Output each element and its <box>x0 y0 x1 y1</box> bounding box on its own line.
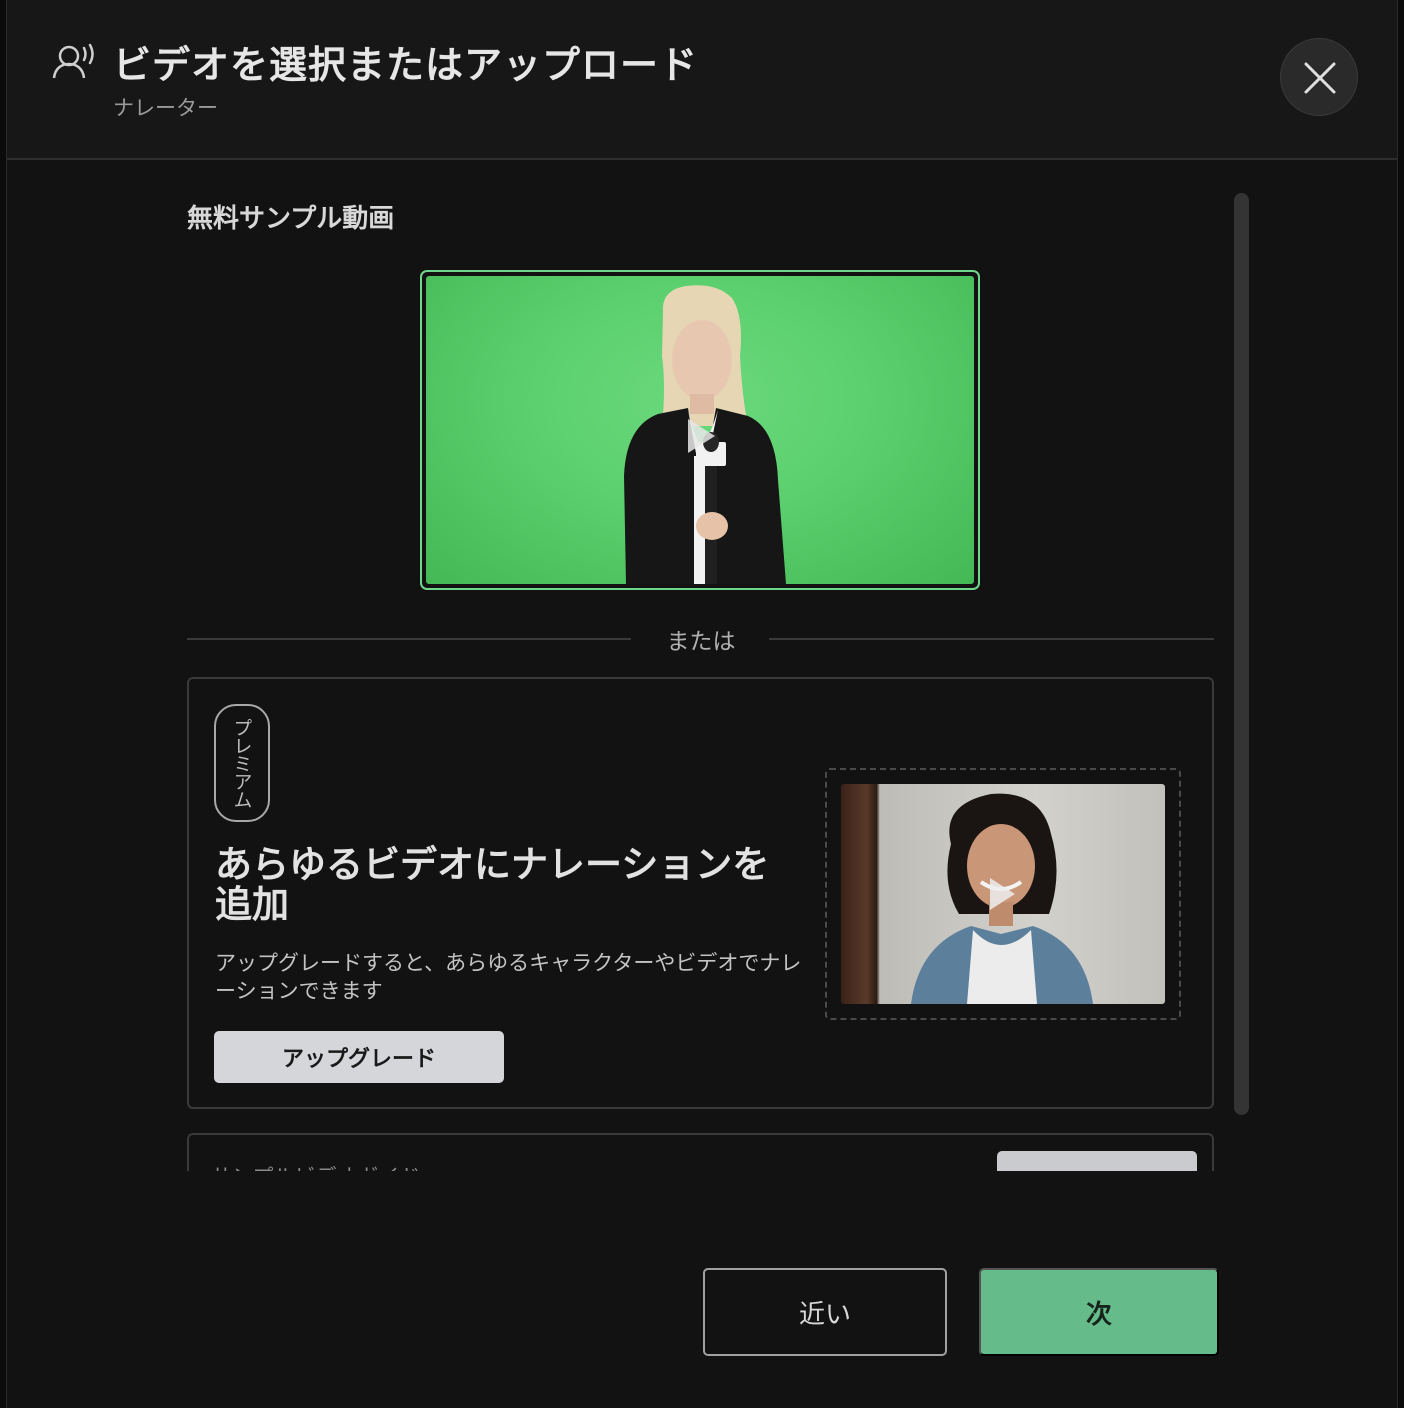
scrollbar-thumb[interactable] <box>1234 193 1249 1115</box>
divider-left <box>187 638 631 640</box>
divider-label: または <box>666 629 736 655</box>
dialog-header: ビデオを選択またはアップロード ナレーター <box>7 0 1397 160</box>
video-select-dialog: ビデオを選択またはアップロード ナレーター 無料サンプル動画 または プレミアム… <box>6 0 1398 1408</box>
premium-heading: あらゆるビデオにナレーションを追加 <box>215 843 770 926</box>
free-samples-title: 無料サンプル動画 <box>187 204 395 234</box>
dialog-subtitle: ナレーター <box>113 96 218 120</box>
next-button[interactable]: 次 <box>979 1268 1219 1356</box>
close-button[interactable] <box>1280 38 1358 116</box>
play-icon[interactable] <box>987 876 1017 912</box>
play-icon[interactable] <box>684 416 718 456</box>
sample-video-thumbnail <box>426 276 974 584</box>
sample-video-card[interactable] <box>420 270 980 590</box>
custom-video-preview <box>841 784 1165 1004</box>
premium-card: プレミアム あらゆるビデオにナレーションを追加 アップグレードすると、あらゆるキ… <box>187 677 1214 1109</box>
close-icon <box>1304 62 1336 94</box>
close-footer-button[interactable]: 近い <box>703 1268 947 1356</box>
dialog-title: ビデオを選択またはアップロード <box>113 43 699 87</box>
divider-right <box>769 638 1214 640</box>
premium-badge: プレミアム <box>214 704 270 822</box>
custom-video-upload-zone[interactable] <box>825 768 1181 1020</box>
narrator-icon <box>52 43 94 79</box>
upgrade-button[interactable]: アップグレード <box>214 1031 504 1083</box>
premium-description: アップグレードすると、あらゆるキャラクターやビデオでナレーションできます <box>215 951 802 1003</box>
